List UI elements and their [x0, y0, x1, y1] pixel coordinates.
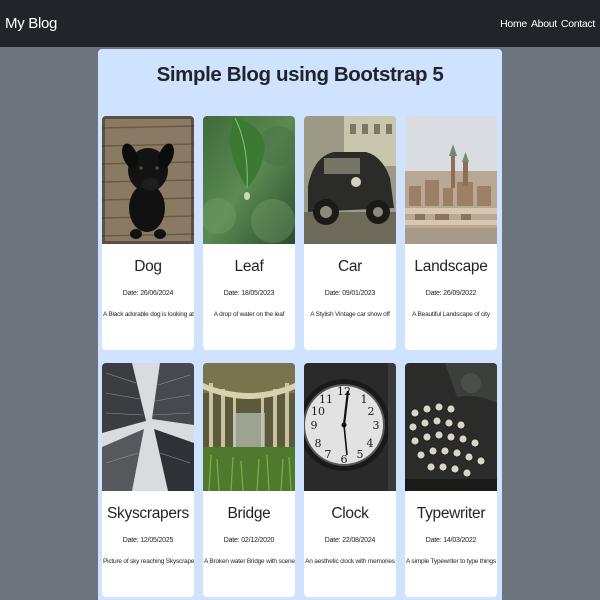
blog-panel: Simple Blog using Bootstrap 5 Dog Date: … — [98, 49, 502, 600]
svg-text:7: 7 — [325, 448, 332, 461]
post-date: Date: 26/06/2024 — [122, 290, 174, 297]
svg-text:3: 3 — [373, 419, 380, 432]
svg-text:2: 2 — [368, 405, 375, 418]
post-card-typewriter[interactable]: Typewriter Date: 14/03/2022 A simple Typ… — [405, 363, 497, 597]
bridge-photo — [203, 363, 295, 491]
nav-link-about[interactable]: About — [531, 18, 557, 30]
post-description: An aesthetic clock with memories — [305, 558, 395, 565]
post-title: Dog — [134, 258, 162, 275]
nav-link-contact[interactable]: Contact — [561, 18, 595, 30]
svg-text:1: 1 — [361, 393, 368, 406]
skyscrapers-photo — [102, 363, 194, 491]
post-date: Date: 26/09/2022 — [425, 290, 477, 297]
svg-text:11: 11 — [319, 393, 333, 406]
post-date: Date: 14/03/2022 — [425, 537, 477, 544]
post-card-skyscrapers[interactable]: Skyscrapers Date: 12/05/2025 Picture of … — [102, 363, 194, 597]
typewriter-photo — [405, 363, 497, 491]
page-title: Simple Blog using Bootstrap 5 — [156, 63, 444, 86]
post-card-clock[interactable]: 12 3 6 9 1245 7 8 10 11 Clock Date: 22/08/2024… — [304, 363, 396, 597]
svg-text:4: 4 — [367, 437, 374, 450]
post-title: Car — [337, 258, 363, 275]
post-description: A Stylish Vintage car show off — [310, 311, 390, 318]
post-description: A simple Typewriter to type things — [406, 558, 496, 565]
post-description: A Black adorable dog is looking at us — [103, 311, 194, 318]
post-description: Picture of sky reaching Skyscrapers — [103, 558, 194, 565]
post-date: Date: 22/08/2024 — [324, 537, 376, 544]
post-date: Date: 02/12/2020 — [223, 537, 275, 544]
post-date: Date: 12/05/2025 — [122, 537, 174, 544]
car-photo — [304, 116, 396, 244]
post-date: Date: 09/01/2023 — [324, 290, 376, 297]
post-title: Bridge — [227, 505, 271, 522]
svg-text:10: 10 — [311, 405, 325, 418]
nav-links: Home About Contact — [500, 18, 595, 30]
post-card-car[interactable]: Car Date: 09/01/2023 A Stylish Vintage c… — [304, 116, 396, 350]
post-card-dog[interactable]: Dog Date: 26/06/2024 A Black adorable do… — [102, 116, 194, 350]
svg-text:5: 5 — [357, 448, 364, 461]
post-description: A Broken water Bridge with scenery — [204, 558, 295, 565]
navbar-brand[interactable]: My Blog — [5, 15, 57, 32]
post-title: Clock — [331, 505, 369, 522]
leaf-photo — [203, 116, 295, 244]
post-card-landscape[interactable]: Landscape Date: 26/09/2022 A Beautiful L… — [405, 116, 497, 350]
dog-photo — [102, 116, 194, 244]
post-title: Landscape — [414, 258, 488, 275]
post-card-bridge[interactable]: Bridge Date: 02/12/2020 A Broken water B… — [203, 363, 295, 597]
post-grid: Dog Date: 26/06/2024 A Black adorable do… — [102, 116, 498, 597]
navbar: My Blog Home About Contact — [0, 0, 600, 47]
post-date: Date: 18/05/2023 — [223, 290, 275, 297]
svg-text:8: 8 — [315, 437, 322, 450]
post-card-leaf[interactable]: Leaf Date: 18/05/2023 A drop of water on… — [203, 116, 295, 350]
nav-link-home[interactable]: Home — [500, 18, 527, 30]
svg-text:9: 9 — [311, 419, 318, 432]
post-title: Skyscrapers — [107, 505, 189, 522]
post-description: A drop of water on the leaf — [213, 311, 285, 318]
clock-photo: 12369 1245 781011 — [304, 363, 396, 491]
post-title: Leaf — [234, 258, 264, 275]
post-title: Typewriter — [416, 505, 486, 522]
post-description: A Beautiful Landscape of city — [412, 311, 490, 318]
landscape-photo — [405, 116, 497, 244]
